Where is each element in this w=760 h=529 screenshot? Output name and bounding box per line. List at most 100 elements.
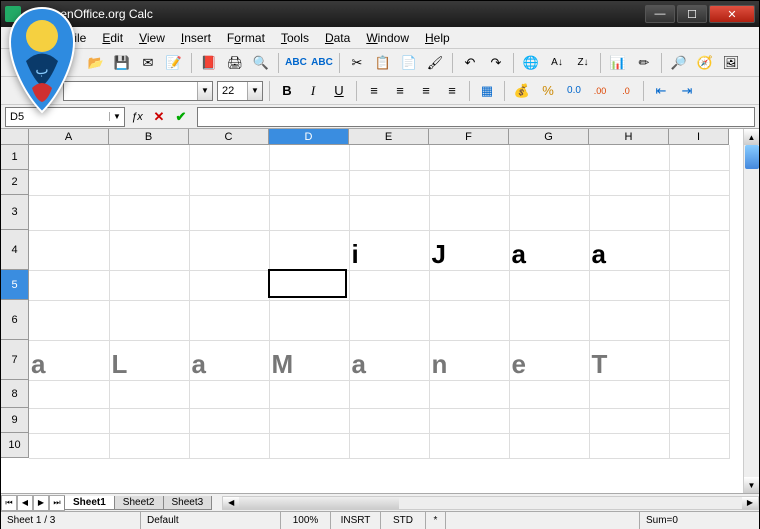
sort-asc-icon[interactable]: A↓ xyxy=(546,52,568,74)
find-icon[interactable]: 🔎 xyxy=(668,52,690,74)
cell-D10[interactable] xyxy=(269,433,349,458)
cell-A9[interactable] xyxy=(29,408,109,433)
cell-F3[interactable] xyxy=(429,195,509,230)
cell-A4[interactable] xyxy=(29,230,109,270)
currency-icon[interactable]: 💰 xyxy=(511,80,533,102)
cell-B10[interactable] xyxy=(109,433,189,458)
cell-D3[interactable] xyxy=(269,195,349,230)
cell-A5[interactable] xyxy=(29,270,109,300)
cell-C10[interactable] xyxy=(189,433,269,458)
edit-file-icon[interactable]: 📝 xyxy=(163,52,185,74)
cell-H1[interactable] xyxy=(589,145,669,170)
merge-cells-icon[interactable]: ▦ xyxy=(476,80,498,102)
cell-D4[interactable] xyxy=(269,230,349,270)
cell-A6[interactable] xyxy=(29,300,109,340)
maximize-button[interactable]: ☐ xyxy=(677,5,707,23)
cell-A7[interactable]: a xyxy=(29,340,109,380)
undo-icon[interactable]: ↶ xyxy=(459,52,481,74)
increase-indent-icon[interactable]: ⇥ xyxy=(676,80,698,102)
cell-A2[interactable] xyxy=(29,170,109,195)
italic-button[interactable]: I xyxy=(302,80,324,102)
cell-H4[interactable]: a xyxy=(589,230,669,270)
cell-A10[interactable] xyxy=(29,433,109,458)
row-header-1[interactable]: 1 xyxy=(1,145,29,170)
cell-G9[interactable] xyxy=(509,408,589,433)
column-header-F[interactable]: F xyxy=(429,129,509,145)
cell-F5[interactable] xyxy=(429,270,509,300)
font-size-combo[interactable]: 22 ▼ xyxy=(217,81,263,101)
column-header-C[interactable]: C xyxy=(189,129,269,145)
cell-I8[interactable] xyxy=(669,380,729,408)
vertical-scrollbar[interactable]: ▲ ▼ xyxy=(743,129,759,493)
cell-I1[interactable] xyxy=(669,145,729,170)
percent-icon[interactable]: % xyxy=(537,80,559,102)
redo-icon[interactable]: ↷ xyxy=(485,52,507,74)
cell-G8[interactable] xyxy=(509,380,589,408)
close-button[interactable]: ✕ xyxy=(709,5,755,23)
cell-I6[interactable] xyxy=(669,300,729,340)
cell-I4[interactable] xyxy=(669,230,729,270)
menu-tools[interactable]: Tools xyxy=(275,29,315,47)
cell-G7[interactable]: e xyxy=(509,340,589,380)
cell-A3[interactable] xyxy=(29,195,109,230)
cell-E7[interactable]: a xyxy=(349,340,429,380)
cell-D8[interactable] xyxy=(269,380,349,408)
column-header-H[interactable]: H xyxy=(589,129,669,145)
row-header-9[interactable]: 9 xyxy=(1,408,29,433)
cell-D7[interactable]: M xyxy=(269,340,349,380)
last-sheet-button[interactable]: ⏭ xyxy=(49,495,65,511)
navigator-icon[interactable]: 🧭 xyxy=(694,52,716,74)
function-wizard-button[interactable]: ƒx xyxy=(127,107,147,127)
cell-G5[interactable] xyxy=(509,270,589,300)
cell-B2[interactable] xyxy=(109,170,189,195)
cell-H7[interactable]: T xyxy=(589,340,669,380)
prev-sheet-button[interactable]: ◀ xyxy=(17,495,33,511)
cell-F8[interactable] xyxy=(429,380,509,408)
column-header-E[interactable]: E xyxy=(349,129,429,145)
cell-H8[interactable] xyxy=(589,380,669,408)
cell-G1[interactable] xyxy=(509,145,589,170)
print-icon[interactable]: 🖨 xyxy=(224,52,246,74)
scroll-thumb[interactable] xyxy=(745,145,759,169)
cell-E10[interactable] xyxy=(349,433,429,458)
cell-C3[interactable] xyxy=(189,195,269,230)
cell-E5[interactable] xyxy=(349,270,429,300)
cell-E6[interactable] xyxy=(349,300,429,340)
cancel-button[interactable]: ✕ xyxy=(149,107,169,127)
cell-F2[interactable] xyxy=(429,170,509,195)
column-header-G[interactable]: G xyxy=(509,129,589,145)
cell-I10[interactable] xyxy=(669,433,729,458)
preview-icon[interactable]: 🔍 xyxy=(250,52,272,74)
cell-E1[interactable] xyxy=(349,145,429,170)
scroll-down-icon[interactable]: ▼ xyxy=(744,477,759,493)
row-header-4[interactable]: 4 xyxy=(1,230,29,270)
scroll-right-icon[interactable]: ▶ xyxy=(742,497,758,509)
select-all-corner[interactable] xyxy=(1,129,29,145)
cut-icon[interactable]: ✂ xyxy=(346,52,368,74)
column-header-D[interactable]: D xyxy=(269,129,349,145)
cell-C4[interactable] xyxy=(189,230,269,270)
cell-E4[interactable]: i xyxy=(349,230,429,270)
hyperlink-icon[interactable]: 🌐 xyxy=(520,52,542,74)
row-header-5[interactable]: 5 xyxy=(1,270,29,300)
cell-E3[interactable] xyxy=(349,195,429,230)
cell-A1[interactable] xyxy=(29,145,109,170)
sheet-tab-sheet1[interactable]: Sheet1 xyxy=(64,496,115,510)
cell-F6[interactable] xyxy=(429,300,509,340)
align-justify-icon[interactable]: ≡ xyxy=(441,80,463,102)
chevron-down-icon[interactable]: ▼ xyxy=(247,82,262,100)
sheet-tab-sheet2[interactable]: Sheet2 xyxy=(114,496,164,510)
cell-I2[interactable] xyxy=(669,170,729,195)
column-header-A[interactable]: A xyxy=(29,129,109,145)
scroll-left-icon[interactable]: ◀ xyxy=(223,497,239,509)
status-zoom[interactable]: 100% xyxy=(281,512,331,529)
cell-B9[interactable] xyxy=(109,408,189,433)
font-name-combo[interactable]: ▼ xyxy=(63,81,213,101)
menu-format[interactable]: Format xyxy=(221,29,271,47)
cell-B8[interactable] xyxy=(109,380,189,408)
format-paintbrush-icon[interactable]: 🖌 xyxy=(424,52,446,74)
open-icon[interactable]: 📂 xyxy=(85,52,107,74)
bold-button[interactable]: B xyxy=(276,80,298,102)
menu-edit[interactable]: Edit xyxy=(96,29,129,47)
cell-B6[interactable] xyxy=(109,300,189,340)
